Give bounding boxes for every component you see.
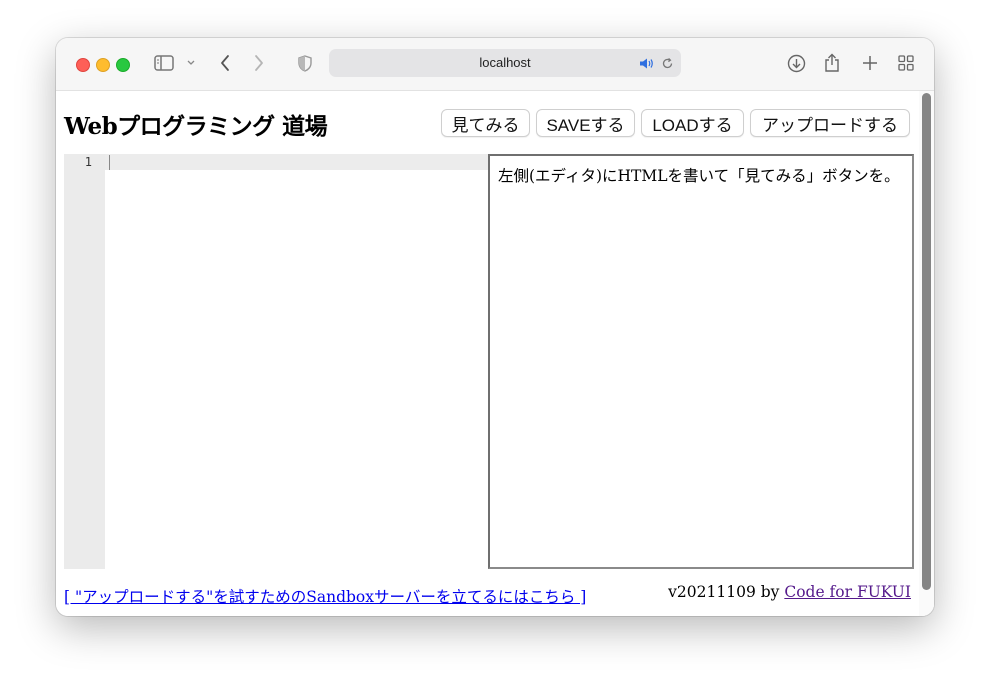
audio-playing-icon[interactable]	[638, 56, 654, 70]
version-credit: v20211109 by Code for FUKUI	[668, 583, 911, 601]
privacy-shield-icon[interactable]	[297, 54, 313, 72]
scrollbar-thumb[interactable]	[922, 93, 931, 590]
minimize-window-button[interactable]	[96, 58, 110, 72]
forward-icon[interactable]	[251, 53, 267, 73]
load-button[interactable]: LOADする	[641, 109, 744, 137]
address-text: localhost	[479, 55, 531, 70]
close-window-button[interactable]	[76, 58, 90, 72]
upload-button[interactable]: アップロードする	[750, 109, 910, 137]
browser-toolbar: localhost	[56, 38, 934, 91]
back-icon[interactable]	[217, 53, 233, 73]
active-line-highlight	[105, 154, 488, 170]
new-tab-icon[interactable]	[861, 54, 879, 72]
address-bar[interactable]: localhost	[329, 49, 681, 77]
line-number-gutter: 1	[64, 154, 105, 569]
reload-icon[interactable]	[660, 56, 674, 70]
page-title: Webプログラミング 道場	[64, 113, 328, 140]
version-text: v20211109 by	[668, 583, 785, 601]
code-editor[interactable]: 1	[64, 154, 488, 569]
sidebar-icon[interactable]	[153, 54, 175, 72]
sandbox-server-link[interactable]: [ "アップロードする"を試すためのSandboxサーバーを立てるにはこちら ]	[64, 585, 586, 607]
page-content: Webプログラミング 道場 見てみる SAVEする LOADする アップロードす…	[56, 91, 934, 616]
downloads-icon[interactable]	[786, 53, 806, 73]
zoom-window-button[interactable]	[116, 58, 130, 72]
preview-text: 左側(エディタ)にHTMLを書いて「見てみる」ボタンを。	[498, 167, 900, 185]
share-icon[interactable]	[823, 52, 841, 74]
save-button[interactable]: SAVEする	[536, 109, 635, 137]
tab-overview-icon[interactable]	[897, 54, 915, 72]
browser-window: localhost Webプログラミング 道場 見てみる SAVEする LOAD…	[56, 38, 934, 616]
preview-pane: 左側(エディタ)にHTMLを書いて「見てみる」ボタンを。	[488, 154, 914, 569]
code-for-fukui-link[interactable]: Code for FUKUI	[784, 583, 911, 601]
line-number: 1	[84, 155, 92, 169]
chevron-down-icon[interactable]	[185, 57, 197, 69]
view-button[interactable]: 見てみる	[441, 109, 530, 137]
text-cursor	[109, 155, 110, 170]
